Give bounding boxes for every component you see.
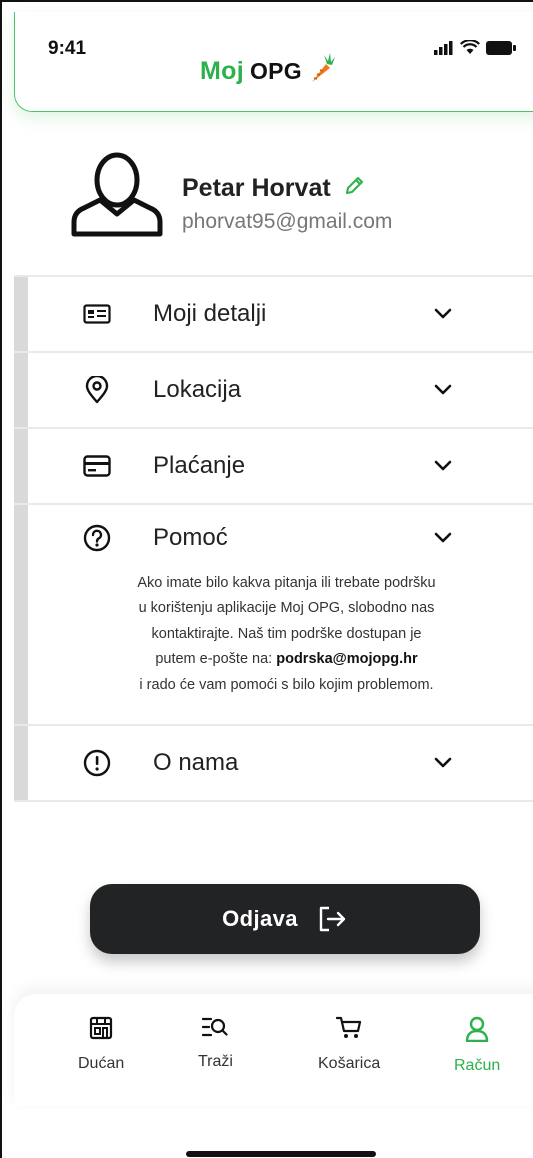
logout-icon (319, 906, 346, 932)
help-description: Ako imate bilo kakva pitanja ili trebate… (14, 571, 533, 724)
profile-email: phorvat95@gmail.com (182, 210, 393, 233)
avatar-icon (70, 152, 164, 238)
menu-label: Moji detalji (153, 300, 267, 327)
credit-card-icon (82, 451, 112, 481)
menu-item-pomoc[interactable]: Pomoć Ako imate bilo kakva pitanja ili t… (14, 503, 533, 724)
menu-label: Pomoć (153, 524, 228, 551)
tab-kosarica[interactable]: Košarica (318, 1016, 380, 1073)
status-icons (434, 39, 516, 60)
help-line: putem e-pošte na: podrska@mojopg.hr (74, 647, 499, 672)
menu-divider (14, 799, 533, 802)
help-circle-icon (82, 523, 112, 553)
user-icon (465, 1016, 489, 1047)
help-line: kontaktirajte. Naš tim podrške dostupan … (151, 625, 422, 642)
chevron-down-icon[interactable] (431, 751, 455, 775)
home-indicator (186, 1151, 376, 1157)
app-screen: 9:41 Moj OPG Petar Horvat phorvat95@gmai… (0, 0, 533, 1158)
bottom-tab-bar: Dućan Traži Košarica Račun (14, 994, 533, 1106)
menu-label: Lokacija (153, 376, 242, 403)
wifi-icon (460, 39, 480, 60)
battery-icon (486, 40, 516, 60)
account-menu: Moji detalji Lokacija Plaćanje Pomoć Ako… (14, 275, 533, 802)
chevron-down-icon[interactable] (431, 302, 455, 326)
store-icon (89, 1016, 113, 1045)
help-line: Ako imate bilo kakva pitanja ili trebate… (137, 575, 436, 591)
search-list-icon (202, 1016, 229, 1043)
tab-ducan[interactable]: Dućan (78, 1016, 124, 1073)
signal-icon (434, 40, 454, 60)
id-card-icon (82, 299, 112, 329)
tab-label: Košarica (318, 1055, 381, 1072)
brand-opg: OPG (249, 58, 302, 84)
tab-label: Dućan (78, 1055, 125, 1072)
support-email-link[interactable]: podrska@mojopg.hr (276, 651, 417, 667)
edit-pencil-icon[interactable] (343, 175, 365, 202)
menu-label: O nama (153, 748, 239, 776)
tab-label: Traži (198, 1053, 233, 1070)
menu-label: Plaćanje (153, 452, 246, 479)
help-email-prefix: putem e-pošte na: (155, 651, 277, 668)
tab-trazi[interactable]: Traži (198, 1016, 233, 1071)
info-alert-icon (82, 748, 112, 778)
menu-item-lokacija[interactable]: Lokacija (14, 351, 533, 427)
menu-item-placanje[interactable]: Plaćanje (14, 427, 533, 503)
app-logo: Moj OPG (200, 52, 336, 91)
help-line: i rado će vam pomoći s bilo kojim proble… (139, 676, 434, 693)
chevron-down-icon[interactable] (431, 526, 455, 550)
cart-icon (336, 1016, 362, 1045)
brand-moj: Moj (200, 57, 244, 85)
profile-name-row: Petar Horvat (182, 174, 365, 203)
location-pin-icon (82, 375, 112, 405)
logout-label: Odjava (222, 906, 298, 931)
tab-label: Račun (454, 1057, 501, 1074)
logout-button[interactable]: Odjava (90, 884, 480, 954)
profile-name: Petar Horvat (182, 174, 331, 202)
help-line: u korištenju aplikacije Moj OPG, slobodn… (138, 600, 435, 617)
menu-item-moji-detalji[interactable]: Moji detalji (14, 275, 533, 351)
status-time: 9:41 (48, 38, 87, 59)
menu-item-o-nama[interactable]: O nama (14, 723, 533, 800)
carrot-icon (308, 52, 336, 91)
chevron-down-icon[interactable] (431, 454, 455, 478)
chevron-down-icon[interactable] (431, 378, 455, 402)
tab-racun[interactable]: Račun (454, 1016, 500, 1075)
